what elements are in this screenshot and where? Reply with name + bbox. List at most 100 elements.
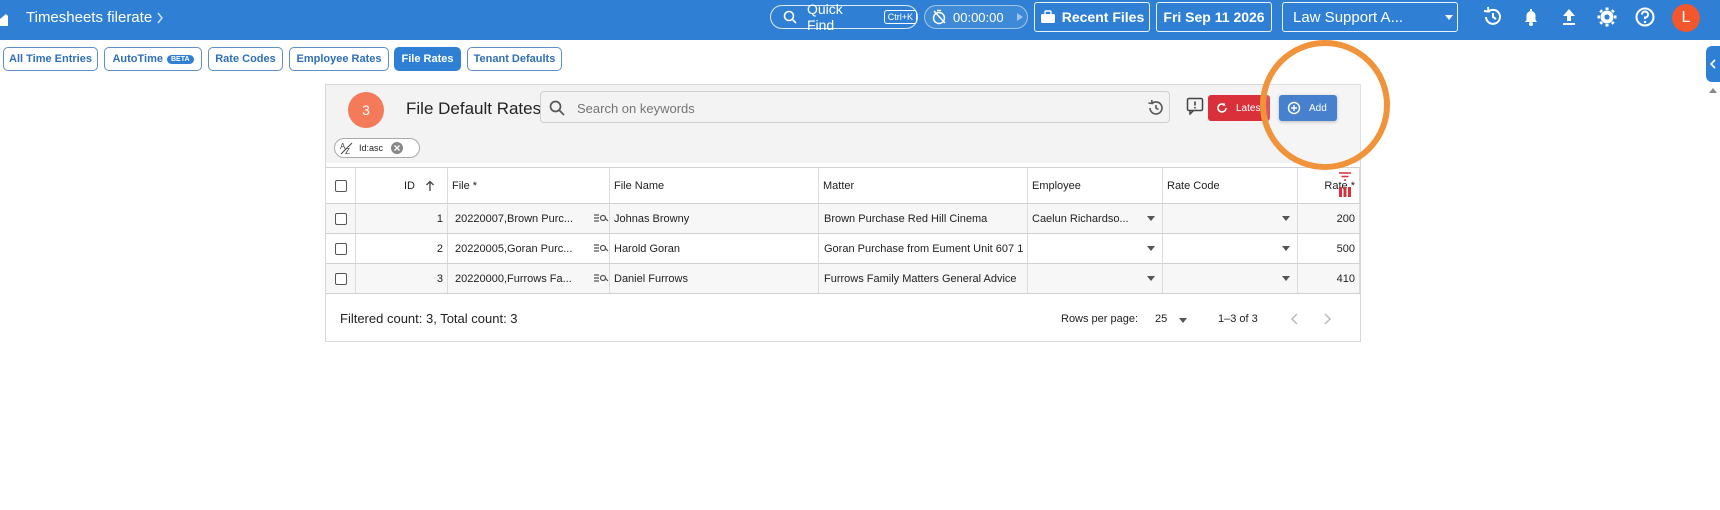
search-history-icon[interactable]: [1147, 99, 1165, 117]
columns-icon[interactable]: [1338, 186, 1352, 198]
filter-icon[interactable]: [1338, 172, 1352, 182]
header-rate-code[interactable]: Rate Code: [1163, 168, 1298, 204]
panel-title: File Default Rates: [406, 99, 542, 118]
list-dropdown-icon[interactable]: [593, 273, 609, 283]
header-id-label: ID: [404, 180, 415, 192]
latest-button[interactable]: Lates: [1208, 95, 1270, 121]
prev-page-icon[interactable]: [1290, 313, 1300, 325]
employee-select[interactable]: [1028, 234, 1163, 263]
bell-icon[interactable]: [1520, 6, 1542, 28]
add-button[interactable]: Add: [1279, 95, 1337, 121]
rate-code-select[interactable]: [1163, 234, 1298, 263]
drawer-toggle[interactable]: [1706, 46, 1720, 82]
header-matter[interactable]: Matter: [819, 168, 1028, 204]
chevron-right-icon: [157, 12, 163, 24]
employee-select[interactable]: [1028, 264, 1163, 293]
tab-file-rates[interactable]: File Rates: [394, 47, 461, 71]
chevron-down-icon: [1147, 246, 1155, 251]
home-icon[interactable]: [0, 12, 8, 26]
tab-label: AutoTime: [112, 53, 163, 65]
row-checkbox[interactable]: [334, 242, 347, 255]
close-circle-icon[interactable]: [390, 141, 404, 155]
rate-code-select[interactable]: [1163, 264, 1298, 293]
cell-matter: Furrows Family Matters General Advice: [819, 264, 1028, 293]
table-row[interactable]: 1 20220007,Brown Purc... Johnas Browny B…: [326, 203, 1360, 233]
chevron-down-icon: [1282, 216, 1290, 221]
avatar[interactable]: L: [1672, 4, 1700, 32]
chevron-down-icon: [1147, 216, 1155, 221]
header-file-name-label: File Name: [614, 180, 665, 192]
sort-chip-label: Id:asc: [359, 143, 384, 153]
cell-id: 1: [356, 204, 448, 233]
table-row[interactable]: 2 20220005,Goran Purc... Harold Goran Go…: [326, 233, 1360, 263]
upload-icon[interactable]: [1558, 6, 1580, 28]
rows-per-page-select[interactable]: 25: [1155, 309, 1195, 329]
tab-label: Rate Codes: [215, 53, 276, 65]
cell-rate[interactable]: 200: [1298, 204, 1360, 233]
header-employee-label: Employee: [1032, 180, 1081, 192]
refresh-icon: [1217, 102, 1227, 113]
cell-file-text: 20220000,Furrows Fa...: [455, 272, 572, 285]
rate-code-select[interactable]: [1163, 204, 1298, 233]
cell-file[interactable]: 20220000,Furrows Fa...: [448, 264, 610, 293]
tab-label: Employee Rates: [296, 53, 382, 65]
sort-chip[interactable]: AZ Id:asc: [334, 138, 420, 158]
date-button[interactable]: Fri Sep 11 2026: [1156, 2, 1272, 32]
row-checkbox-cell: [326, 234, 356, 263]
quick-find-label: Quick Find: [806, 1, 843, 33]
list-dropdown-icon[interactable]: [593, 213, 609, 223]
cell-file-name: Johnas Browny: [610, 204, 819, 233]
cell-matter: Goran Purchase from Eument Unit 607 1: [819, 234, 1028, 263]
next-page-icon[interactable]: [1322, 313, 1332, 325]
cell-rate[interactable]: 410: [1298, 264, 1360, 293]
header-id[interactable]: ID: [356, 168, 448, 204]
select-all-checkbox[interactable]: [334, 180, 347, 192]
cell-file[interactable]: 20220007,Brown Purc...: [448, 204, 610, 233]
step-badge: 3: [348, 92, 384, 128]
feedback-icon[interactable]: [1186, 97, 1204, 115]
recent-files-button[interactable]: Recent Files: [1034, 2, 1150, 32]
tab-employee-rates[interactable]: Employee Rates: [289, 47, 389, 71]
header-employee[interactable]: Employee: [1028, 168, 1163, 204]
arrow-up-icon[interactable]: [425, 180, 435, 192]
help-icon[interactable]: [1634, 6, 1656, 28]
search-box[interactable]: [540, 91, 1170, 123]
scroll-up-icon[interactable]: [1708, 86, 1718, 94]
play-icon[interactable]: [1016, 12, 1024, 22]
chevron-down-icon: [1445, 15, 1453, 20]
timer-off-icon: [932, 9, 946, 25]
header-file[interactable]: File *: [448, 168, 610, 204]
tab-rate-codes[interactable]: Rate Codes: [208, 47, 283, 71]
tab-tenant-defaults[interactable]: Tenant Defaults: [467, 47, 562, 71]
page-title: Timesheets filerate: [26, 9, 153, 26]
cell-file[interactable]: 20220005,Goran Purc...: [448, 234, 610, 263]
table-row[interactable]: 3 20220000,Furrows Fa... Daniel Furrows …: [326, 263, 1360, 293]
search-input[interactable]: [575, 97, 1139, 119]
workspace-select[interactable]: Law Support A...: [1282, 2, 1458, 32]
sort-az-icon: AZ: [340, 142, 353, 155]
latest-label: Lates: [1236, 102, 1261, 114]
list-dropdown-icon[interactable]: [593, 243, 609, 253]
tab-label: All Time Entries: [9, 53, 92, 65]
table-header: ID File * File Name Matter Employee Rate…: [326, 167, 1360, 204]
pagination-range: 1–3 of 3: [1218, 313, 1258, 325]
row-checkbox[interactable]: [334, 272, 347, 285]
chevron-down-icon: [1179, 318, 1187, 323]
cell-rate[interactable]: 500: [1298, 234, 1360, 263]
timer-value: 00:00:00: [953, 9, 1004, 25]
employee-select[interactable]: Caelun Richardso...: [1028, 204, 1163, 233]
gear-icon[interactable]: [1596, 6, 1618, 28]
history-icon[interactable]: [1482, 6, 1504, 28]
workspace-label: Law Support A...: [1293, 8, 1404, 26]
chevron-down-icon: [1282, 246, 1290, 251]
quick-find-button[interactable]: Quick Find Ctrl+K: [770, 1, 918, 33]
row-checkbox[interactable]: [334, 212, 347, 225]
tab-all-time-entries[interactable]: All Time Entries: [3, 47, 98, 71]
header-file-label: File *: [452, 180, 478, 192]
search-icon: [549, 100, 565, 116]
header-file-name[interactable]: File Name: [610, 168, 819, 204]
tab-autotime[interactable]: AutoTime BETA: [104, 47, 202, 71]
cell-matter: Brown Purchase Red Hill Cinema: [819, 204, 1028, 233]
header-matter-label: Matter: [823, 180, 855, 192]
timer-widget[interactable]: 00:00:00: [924, 5, 1028, 29]
